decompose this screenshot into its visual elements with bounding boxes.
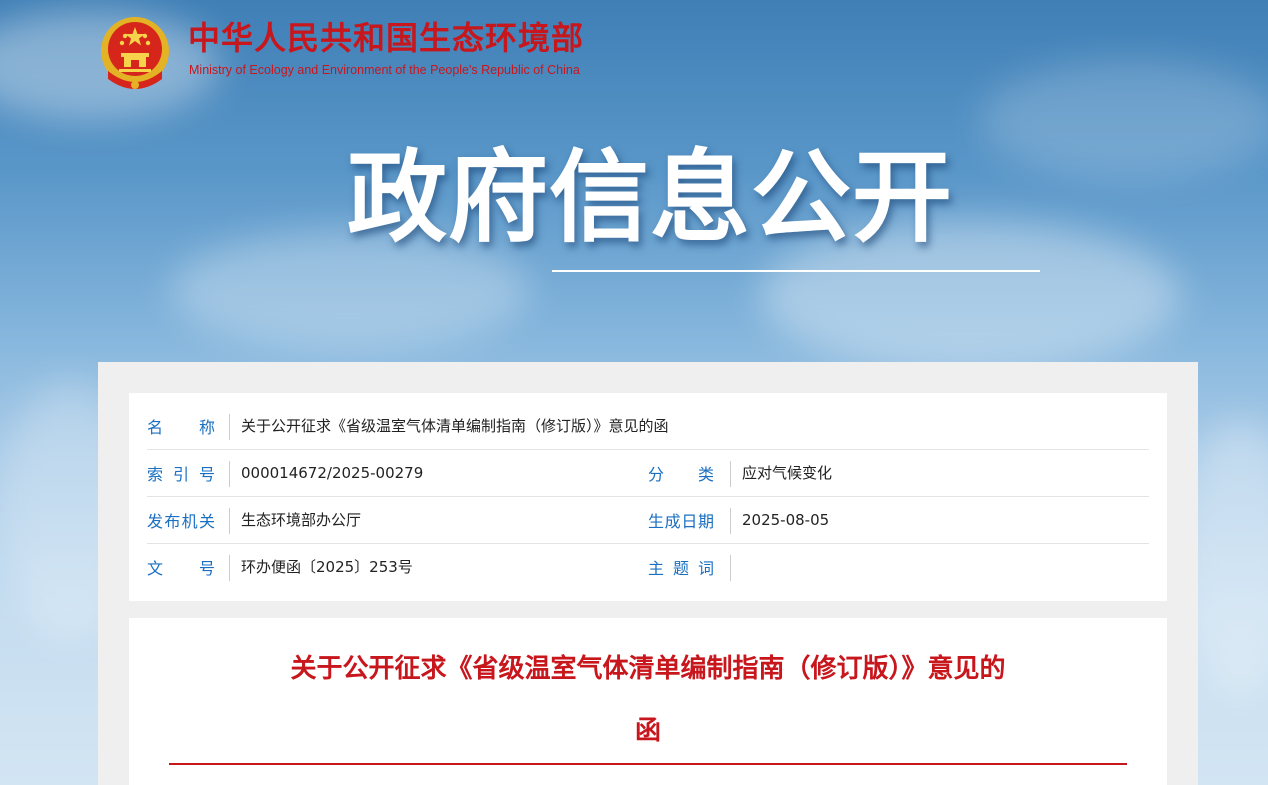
site-subtitle: Ministry of Ecology and Environment of t… [189,63,580,77]
date-value: 2025-08-05 [742,511,830,529]
docno-value: 环办便函〔2025〕253号 [241,558,413,576]
background-cloud [980,60,1268,180]
separator [229,508,230,534]
separator [730,555,731,581]
document-title-line1: 关于公开征求《省级温室气体清单编制指南（修订版）》意见的 [290,654,1006,684]
category-label: 分 类 [648,465,714,484]
index-value: 000014672/2025-00279 [241,464,424,482]
separator [229,461,230,487]
document-content-card: 关于公开征求《省级温室气体清单编制指南（修订版）》意见的 函 [129,618,1167,785]
separator [730,461,731,487]
info-row-issuer: 发布机关 生态环境部办公厅 生成日期 2025-08-05 [147,497,1149,544]
document-info-card: 名 称 关于公开征求《省级温室气体清单编制指南（修订版）》意见的函 索 引 号 … [129,393,1167,601]
name-value: 关于公开征求《省级温室气体清单编制指南（修订版）》意见的函 [241,417,669,435]
banner-divider [552,270,1040,272]
separator [730,508,731,534]
index-label: 索 引 号 [147,465,215,484]
document-title-line2: 函 [634,716,661,746]
category-value: 应对气候变化 [742,464,833,482]
national-emblem-icon[interactable] [98,13,172,91]
issuer-value: 生态环境部办公厅 [241,511,362,529]
info-row-name: 名 称 关于公开征求《省级温室气体清单编制指南（修订版）》意见的函 [147,403,1149,450]
document-title: 关于公开征求《省级温室气体清单编制指南（修订版）》意见的 函 [239,654,1057,746]
issuer-label: 发布机关 [147,512,215,531]
date-label: 生成日期 [648,512,714,531]
main-panel: 名 称 关于公开征求《省级温室气体清单编制指南（修订版）》意见的函 索 引 号 … [98,362,1198,785]
name-label: 名 称 [147,418,215,437]
info-row-docno: 文 号 环办便函〔2025〕253号 主 题 词 [147,544,1149,591]
title-divider [169,763,1127,765]
info-row-index: 索 引 号 000014672/2025-00279 分 类 应对气候变化 [147,450,1149,497]
banner-title: 政府信息公开 [347,139,953,256]
separator [229,414,230,440]
separator [229,555,230,581]
site-title[interactable]: 中华人民共和国生态环境部 [188,18,584,58]
keywords-label: 主 题 词 [648,559,714,578]
docno-label: 文 号 [147,559,215,578]
